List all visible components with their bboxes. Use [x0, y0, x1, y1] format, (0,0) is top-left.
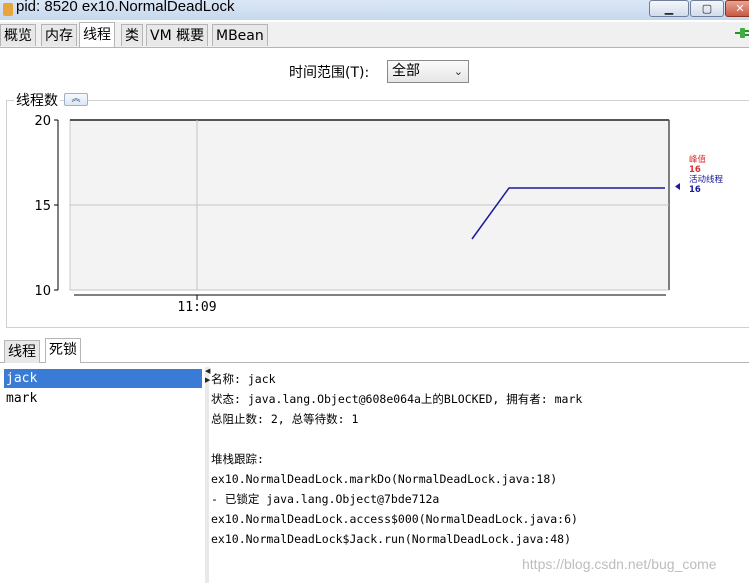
y-tick-label: 15 [34, 199, 51, 214]
connection-icon[interactable] [735, 27, 749, 39]
minimize-icon: ▁ [664, 2, 674, 15]
tab-vm-summary[interactable]: VM 概要 [146, 24, 209, 46]
legend-active-label: 活动线程 [689, 174, 724, 185]
close-icon: ✕ [735, 2, 745, 15]
close-button[interactable]: ✕ [725, 0, 749, 17]
plot-area [69, 119, 670, 291]
legend-peak-label: 峰值 [689, 154, 707, 165]
tab-classes[interactable]: 类 [121, 24, 143, 46]
split-right-arrow-icon[interactable]: ▶ [205, 376, 210, 384]
tab-memory[interactable]: 内存 [41, 24, 77, 46]
split-pane-divider[interactable]: ◀ ▶ [205, 367, 210, 583]
legend-peak-value: 16 [689, 165, 701, 175]
y-tick-label: 20 [34, 114, 51, 129]
chevron-up-icon: ︽ [71, 94, 81, 104]
split-left-arrow-icon[interactable]: ◀ [205, 367, 210, 375]
detail-name: 名称: jack [211, 372, 276, 386]
tab-thread-list[interactable]: 线程 [4, 340, 40, 363]
legend-active-value: 16 [689, 185, 701, 195]
x-tick-label: 11:09 [177, 300, 216, 315]
thread-chart: 101520 11:09 峰值16活动线程16 [34, 114, 724, 315]
tab-mbean[interactable]: MBean [212, 24, 268, 46]
stack-lock: - 已锁定 java.lang.Object@7bde712a [211, 492, 440, 506]
list-item-mark[interactable]: mark [4, 389, 202, 408]
chevron-down-icon: ⌄ [453, 65, 463, 78]
bottom-tab-divider [0, 362, 749, 363]
java-app-icon [3, 3, 13, 16]
window-title: pid: 8520 ex10.NormalDeadLock [16, 0, 235, 15]
deadlock-thread-list: jack mark [2, 367, 206, 583]
detail-stack-heading: 堆栈跟踪: [211, 452, 264, 466]
watermark-text: https://blog.csdn.net/bug_come [522, 556, 717, 572]
chart-legend: 峰值16活动线程16 [675, 154, 724, 195]
time-range-select[interactable]: 全部 ⌄ [387, 60, 469, 83]
legend-marker-icon [675, 183, 680, 190]
stack-frame: ex10.NormalDeadLock$Jack.run(NormalDeadL… [211, 532, 572, 546]
y-axis: 10 15 20 [34, 114, 59, 299]
maximize-button[interactable]: ▢ [690, 0, 724, 17]
tab-threads[interactable]: 线程 [79, 22, 115, 47]
title-bar: pid: 8520 ex10.NormalDeadLock [0, 0, 749, 20]
time-range-label: 时间范围(T): [289, 65, 370, 81]
maximize-icon: ▢ [701, 2, 713, 15]
time-range-value: 全部 [392, 63, 420, 79]
detail-counts: 总阻止数: 2, 总等待数: 1 [211, 412, 359, 426]
stack-frame: ex10.NormalDeadLock.markDo(NormalDeadLoc… [211, 472, 558, 486]
minimize-button[interactable]: ▁ [649, 0, 689, 17]
collapse-chart-button[interactable]: ︽ [64, 93, 88, 106]
stack-frame: ex10.NormalDeadLock.access$000(NormalDea… [211, 512, 578, 526]
x-axis: 11:09 [74, 294, 666, 315]
chart-title: 线程数 [14, 90, 60, 110]
y-tick-label: 10 [34, 284, 51, 299]
detail-state: 状态: java.lang.Object@608e064a上的BLOCKED, … [211, 392, 583, 406]
list-item-jack[interactable]: jack [4, 369, 202, 388]
tab-deadlock[interactable]: 死锁 [45, 338, 81, 363]
tab-overview[interactable]: 概览 [0, 24, 36, 46]
